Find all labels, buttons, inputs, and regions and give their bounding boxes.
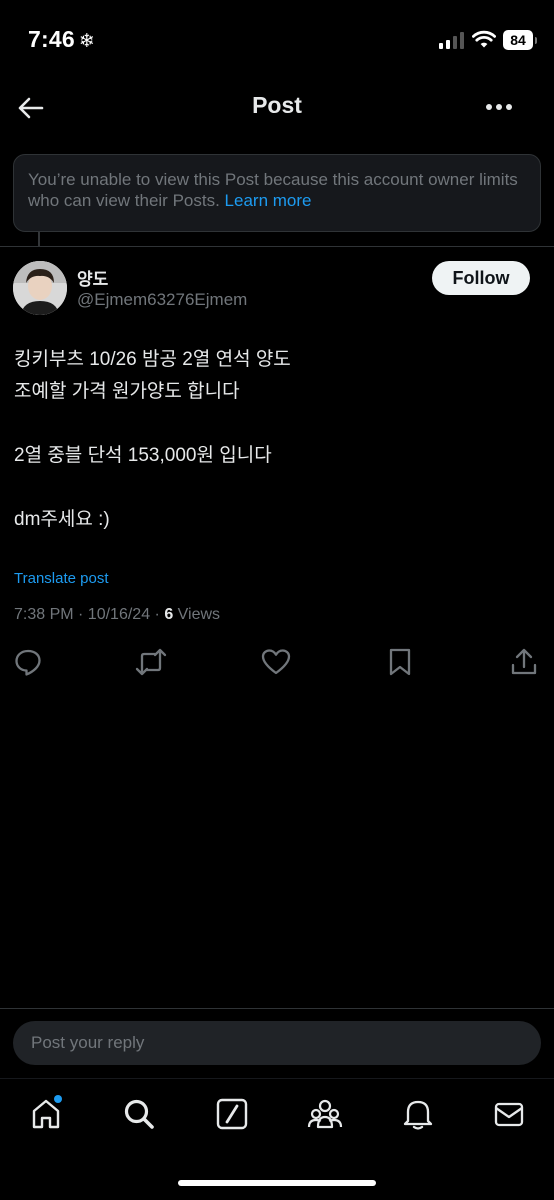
- avatar[interactable]: [13, 261, 67, 315]
- more-options-button[interactable]: [484, 94, 514, 120]
- reply-button[interactable]: [11, 645, 45, 679]
- post-line: 2열 중블 단석 153,000원 입니다: [14, 445, 272, 466]
- reply-icon: [15, 649, 41, 676]
- bookmark-button[interactable]: [383, 645, 417, 679]
- more-horizontal-icon: [486, 104, 512, 110]
- home-indicator: [178, 1180, 376, 1186]
- status-time: 7:46 ❄: [28, 26, 95, 52]
- snowflake-icon: ❄: [78, 31, 95, 52]
- thread-connector: [38, 232, 40, 246]
- tab-search[interactable]: [120, 1095, 158, 1133]
- post-actions: [0, 645, 554, 685]
- post-header: Post: [0, 80, 554, 138]
- share-button[interactable]: [507, 645, 541, 679]
- mail-icon: [494, 1102, 524, 1127]
- search-icon: [124, 1099, 154, 1129]
- post-line: [14, 408, 534, 440]
- status-bar: 7:46 ❄ 84: [0, 0, 554, 80]
- cellular-signal-icon: [439, 32, 465, 49]
- communities-icon: [307, 1099, 343, 1129]
- reply-input[interactable]: Post your reply: [13, 1021, 541, 1065]
- post-timestamp: 7:38 PM · 10/16/24 ·: [14, 606, 165, 623]
- battery-indicator: 84: [503, 30, 537, 50]
- restricted-post-notice: You’re unable to view this Post because …: [13, 154, 541, 232]
- post-line: dm주세요 :): [14, 509, 110, 530]
- tab-grok[interactable]: [213, 1095, 251, 1133]
- author-display-name[interactable]: 양도: [77, 265, 108, 290]
- notification-dot: [54, 1095, 62, 1103]
- tab-communities[interactable]: [306, 1095, 344, 1133]
- bookmark-icon: [389, 648, 411, 676]
- wifi-icon: [472, 30, 496, 48]
- post-meta: 7:38 PM · 10/16/24 · 6 Views: [14, 606, 220, 624]
- like-button[interactable]: [259, 645, 293, 679]
- tab-notifications[interactable]: [399, 1095, 437, 1133]
- post-text: 킹키부츠 10/26 밤공 2열 연석 양도 조예할 가격 원가양도 합니다 2…: [14, 344, 534, 536]
- divider: [0, 1008, 554, 1009]
- learn-more-link[interactable]: Learn more: [225, 191, 312, 210]
- views-label: Views: [173, 606, 221, 623]
- post-line: 킹키부츠 10/26 밤공 2열 연석 양도: [14, 349, 291, 370]
- repost-icon: [135, 648, 167, 676]
- follow-button[interactable]: Follow: [432, 261, 530, 295]
- views-count: 6: [164, 606, 174, 623]
- share-icon: [511, 648, 537, 675]
- avatar-image: [13, 261, 67, 315]
- translate-post-link[interactable]: Translate post: [14, 570, 109, 587]
- repost-button[interactable]: [134, 645, 168, 679]
- post-line: 조예할 가격 원가양도 합니다: [14, 381, 240, 402]
- tab-home[interactable]: [27, 1095, 65, 1133]
- author-handle[interactable]: @Ejmem63276Ejmem: [77, 290, 247, 310]
- page-title: Post: [252, 92, 302, 118]
- post-line: [14, 472, 534, 504]
- divider: [0, 246, 554, 247]
- tab-messages[interactable]: [490, 1095, 528, 1133]
- heart-icon: [261, 649, 291, 675]
- bell-icon: [403, 1100, 433, 1130]
- grok-icon: [216, 1098, 248, 1130]
